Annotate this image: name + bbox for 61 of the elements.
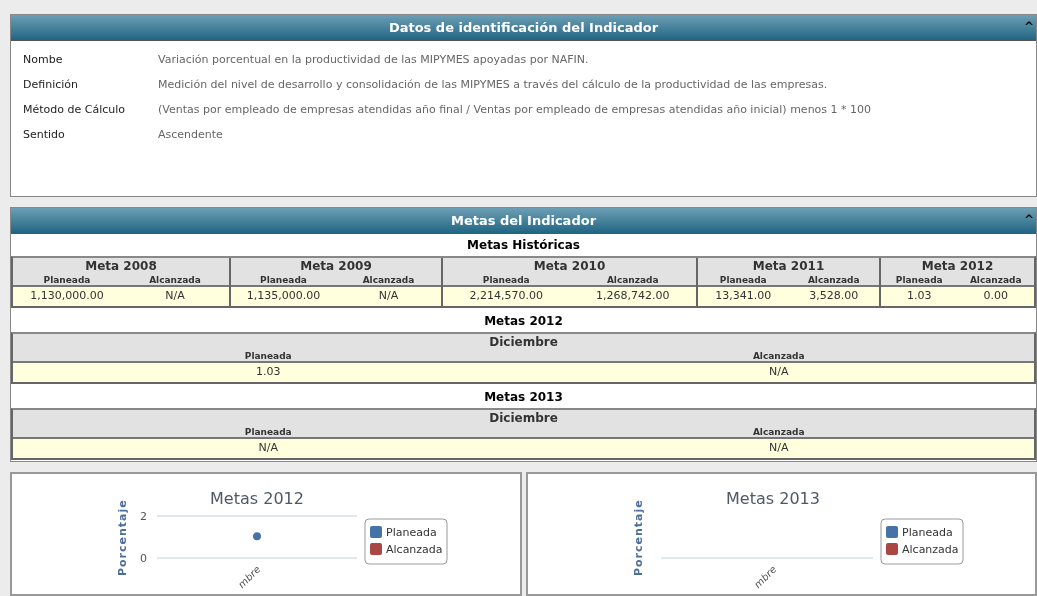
- column-header: Planeada: [42, 273, 92, 287]
- field-label: Método de Cálculo: [23, 102, 127, 118]
- table-cell-text: 1,130,000.00: [29, 288, 105, 304]
- column-header: Alcanzada: [751, 349, 806, 363]
- field-value: Ascendente: [158, 127, 224, 143]
- column-header: Planeada: [259, 273, 308, 287]
- table-cell-text: 1.03: [906, 288, 933, 304]
- year-header: Meta 2012: [920, 258, 995, 274]
- field-value: (Ventas por empleado de empresas atendidas año final / Ventas por empleado de empresas atendidas año inicial) menos 1 * 100: [158, 102, 873, 118]
- table-cell-text: N/A: [768, 440, 790, 456]
- collapse-button[interactable]: ^: [1023, 210, 1034, 229]
- legend-label: Planeada: [386, 526, 437, 539]
- legend-label: Alcanzada: [386, 543, 443, 556]
- table-cell-text: 1,268,742.00: [595, 288, 671, 304]
- field-value: Medición del nivel de desarrollo y consolidación de las MIPYMES a través del cálculo de la productividad de las empresas.: [158, 77, 829, 93]
- column-header: Planeada: [481, 273, 531, 287]
- y-axis-label: Porcentaje: [631, 499, 645, 576]
- section-title: Metas 2012: [483, 312, 564, 330]
- table-cell-text: N/A: [377, 288, 400, 304]
- column-header: Alcanzada: [605, 273, 660, 287]
- y-axis-label: Porcentaje: [116, 499, 129, 576]
- year-header: Meta 2009: [299, 258, 373, 274]
- table-cell-text: N/A: [164, 288, 186, 304]
- data-point: [253, 532, 261, 541]
- table-cell-text: 1.03: [255, 364, 282, 380]
- section-title: Metas 2013: [483, 388, 564, 406]
- table-cell-text: 13,341.00: [714, 288, 773, 304]
- y-tick-label: 0: [140, 552, 147, 565]
- y-tick-label: 2: [140, 510, 147, 523]
- year-header: Meta 2011: [751, 258, 826, 274]
- table-cell-text: 2,214,570.00: [468, 288, 544, 304]
- legend-label: Alcanzada: [901, 543, 959, 556]
- table-cell-text: 3,528.00: [808, 288, 860, 304]
- column-header: Alcanzada: [751, 425, 806, 439]
- table-cell-text: 1,135,000.00: [245, 288, 322, 304]
- field-label: Sentido: [23, 127, 66, 143]
- column-header: Planeada: [718, 273, 768, 287]
- column-header: Alcanzada: [968, 273, 1023, 287]
- column-header: Alcanzada: [361, 273, 416, 287]
- column-header: Alcanzada: [148, 273, 202, 287]
- chart-title: Metas 2012: [210, 489, 304, 508]
- table-cell-text: 0.00: [982, 288, 1009, 304]
- chart-title: Metas 2013: [725, 489, 820, 508]
- legend-label: Planeada: [901, 526, 953, 539]
- year-header: Meta 2010: [532, 258, 607, 274]
- month-header: Diciembre: [488, 410, 559, 426]
- table-cell-text: N/A: [257, 440, 279, 456]
- column-header: Alcanzada: [806, 273, 861, 287]
- month-header: Diciembre: [488, 334, 559, 350]
- field-label: Definición: [23, 77, 79, 93]
- collapse-button[interactable]: ^: [1023, 18, 1034, 36]
- column-header: Planeada: [243, 349, 293, 363]
- section-title: Metas Históricas: [466, 236, 581, 254]
- panel-title: Datos de identificación del Indicador: [388, 18, 659, 37]
- field-label: Nombe: [23, 52, 64, 68]
- panel-title: Metas del Indicador: [450, 211, 597, 230]
- column-header: Planeada: [894, 273, 944, 287]
- table-cell-text: N/A: [768, 364, 790, 380]
- column-header: Planeada: [243, 425, 293, 439]
- field-value: Variación porcentual en la productividad de las MIPYMES apoyadas por NAFIN.: [158, 52, 590, 68]
- year-header: Meta 2008: [84, 258, 158, 274]
